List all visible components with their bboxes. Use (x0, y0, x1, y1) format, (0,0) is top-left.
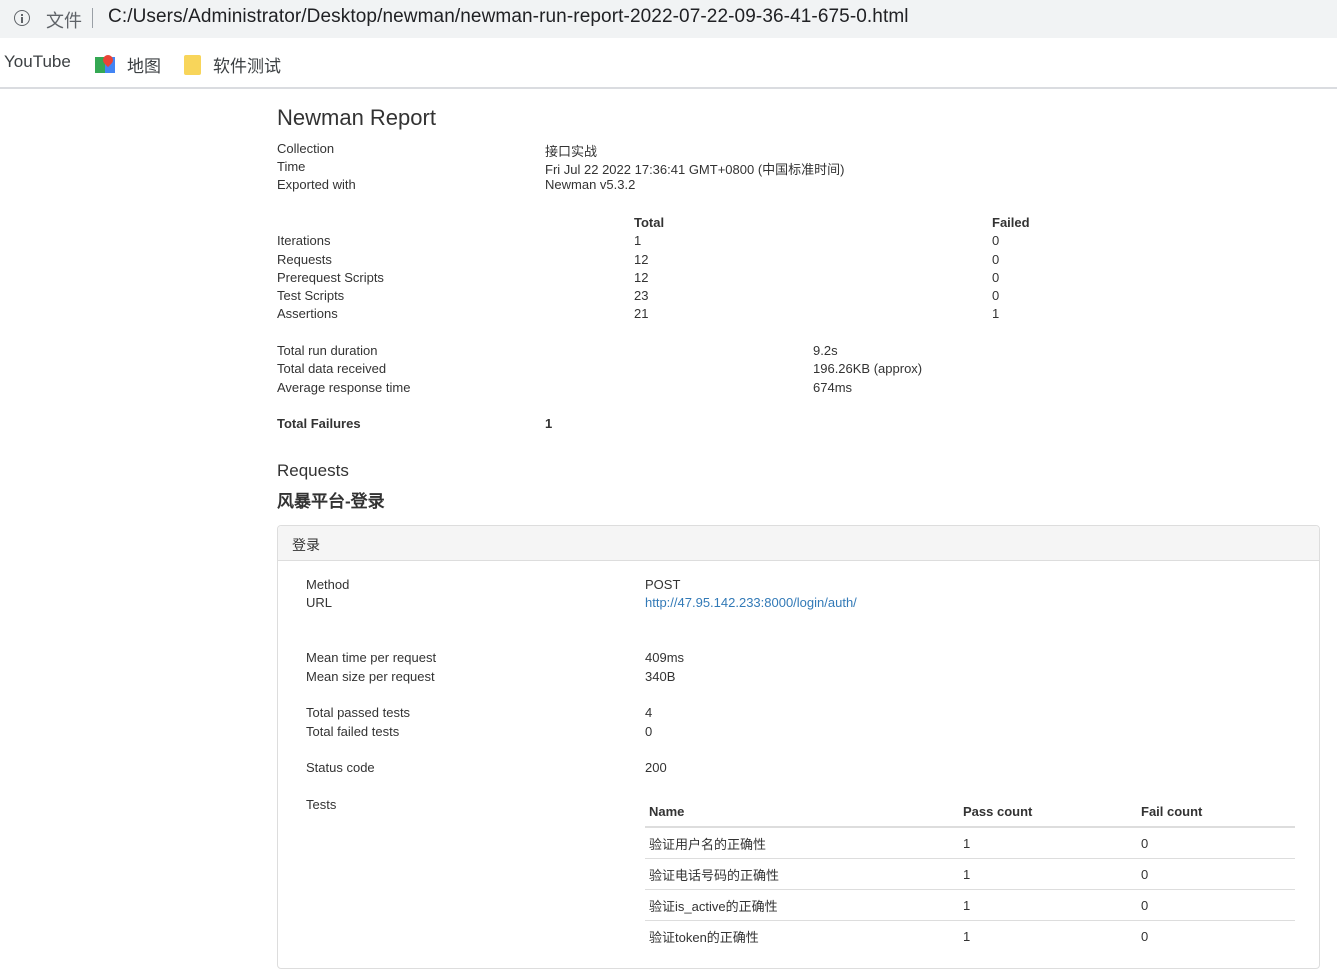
summary-total: 23 (634, 288, 649, 303)
table-row: 验证电话号码的正确性 1 0 (645, 858, 1295, 890)
table-row: 验证用户名的正确性 1 0 (645, 827, 1295, 859)
table-row: 验证token的正确性 1 0 (645, 921, 1295, 952)
total-failures-value: 1 (545, 416, 553, 431)
summary-failed: 0 (992, 270, 1000, 285)
summary-label: Iterations (277, 233, 331, 248)
request-panel: 登录 Method POST URL http://47.95.142.233:… (277, 525, 1320, 969)
test-fail-count: 0 (1137, 889, 1295, 921)
col-pass-header: Pass count (959, 798, 1137, 828)
bookmarks-bar: YouTube 地图 软件测试 (0, 40, 1337, 87)
summary-failed: 1 (992, 306, 1000, 321)
tests-table: Name Pass count Fail count 验证用户名的正确性 1 0… (645, 798, 1295, 951)
request-detail-label: Tests (306, 797, 337, 812)
test-name: 验证电话号码的正确性 (645, 858, 959, 890)
meta-value: 接口实战 (545, 144, 598, 159)
request-detail-label: Total failed tests (306, 724, 400, 739)
test-pass-count: 1 (959, 858, 1137, 890)
total-failures-label: Total Failures (277, 416, 361, 431)
tests-table-header: Name Pass count Fail count (645, 798, 1295, 828)
test-fail-count: 0 (1137, 858, 1295, 890)
summary-label: Prerequest Scripts (277, 270, 384, 285)
folder-icon (184, 54, 201, 75)
test-name: 验证is_active的正确性 (645, 889, 959, 921)
col-fail-header: Fail count (1137, 798, 1295, 828)
col-name-header: Name (645, 798, 959, 828)
request-detail-label: Method (306, 577, 350, 592)
bookmark-label: 地图 (127, 57, 161, 76)
timing-value: 9.2s (813, 343, 838, 358)
mean-size-value: 340B (645, 669, 676, 684)
summary-label: Assertions (277, 306, 338, 321)
request-url-link[interactable]: http://47.95.142.233:8000/login/auth/ (645, 595, 857, 610)
table-row: 验证is_active的正确性 1 0 (645, 889, 1295, 921)
summary-label: Requests (277, 252, 332, 267)
request-detail-label: Mean time per request (306, 650, 437, 665)
meta-value: Fri Jul 22 2022 17:36:41 GMT+0800 (中国标准时… (545, 162, 845, 177)
summary-failed: 0 (992, 288, 1000, 303)
timing-label: Total run duration (277, 343, 378, 358)
test-pass-count: 1 (959, 827, 1137, 859)
passed-tests-value: 4 (645, 705, 653, 720)
address-bar[interactable]: 文件 C:/Users/Administrator/Desktop/newman… (0, 0, 1337, 38)
request-panel-header[interactable]: 登录 (278, 526, 1319, 561)
timing-label: Average response time (277, 380, 411, 395)
bookmark-maps[interactable]: 地图 (95, 52, 161, 77)
summary-total: 12 (634, 270, 649, 285)
summary-header-total: Total (634, 215, 665, 230)
timing-value: 674ms (813, 380, 853, 395)
request-detail-label: Total passed tests (306, 705, 411, 720)
address-divider (92, 8, 93, 28)
summary-failed: 0 (992, 233, 1000, 248)
meta-value: Newman v5.3.2 (545, 177, 636, 192)
protocol-label: 文件 (46, 11, 82, 31)
test-pass-count: 1 (959, 889, 1137, 921)
meta-label: Exported with (277, 177, 356, 192)
maps-icon (95, 52, 116, 75)
status-code-value: 200 (645, 760, 667, 775)
bookmark-label: YouTube (4, 52, 71, 71)
summary-header-failed: Failed (992, 215, 1030, 230)
meta-label: Collection (277, 141, 335, 156)
bookmark-software-testing[interactable]: 软件测试 (184, 52, 281, 77)
summary-label: Test Scripts (277, 288, 345, 303)
bookmark-youtube[interactable]: YouTube (4, 52, 71, 72)
summary-total: 1 (634, 233, 642, 248)
request-name: 登录 (292, 537, 320, 553)
toolbar-divider (0, 87, 1337, 89)
test-name: 验证用户名的正确性 (645, 827, 959, 859)
test-fail-count: 0 (1141, 929, 1149, 944)
timing-value: 196.26KB (approx) (813, 361, 923, 376)
summary-total: 21 (634, 306, 649, 321)
request-method: POST (645, 577, 681, 592)
info-icon[interactable] (14, 10, 30, 26)
url-text[interactable]: C:/Users/Administrator/Desktop/newman/ne… (108, 6, 909, 28)
bookmark-label: 软件测试 (213, 57, 281, 76)
summary-failed: 0 (992, 252, 1000, 267)
mean-time-value: 409ms (645, 650, 685, 665)
test-pass-count: 1 (963, 929, 971, 944)
timing-label: Total data received (277, 361, 387, 376)
meta-label: Time (277, 159, 306, 174)
request-detail-label: URL (306, 595, 333, 610)
test-name: 验证token的正确性 (649, 930, 759, 945)
page-title: Newman Report (277, 105, 436, 130)
requests-heading: Requests (277, 461, 349, 480)
failed-tests-value: 0 (645, 724, 653, 739)
request-detail-label: Status code (306, 760, 375, 775)
summary-total: 12 (634, 252, 649, 267)
folder-name: 风暴平台-登录 (277, 492, 385, 511)
request-detail-label: Mean size per request (306, 669, 435, 684)
test-fail-count: 0 (1137, 827, 1295, 859)
